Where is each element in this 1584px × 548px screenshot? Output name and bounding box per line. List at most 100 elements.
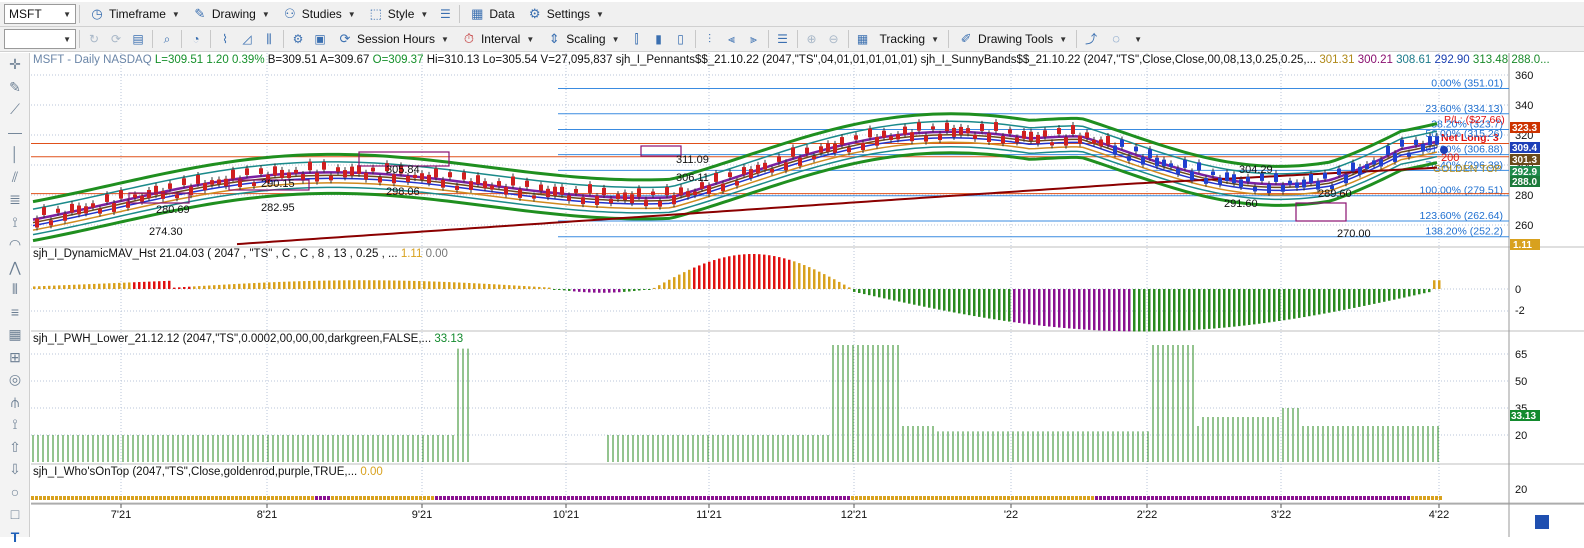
hist-bar: [148, 282, 151, 289]
strategy-icon[interactable]: ▣: [311, 30, 329, 48]
refresh-all-icon[interactable]: ⟳: [107, 30, 125, 48]
study-value-1: 301.31: [1319, 54, 1354, 66]
gann-icon[interactable]: ⊞: [0, 346, 30, 369]
candle-body: [616, 194, 620, 199]
circle-icon[interactable]: ○: [0, 481, 30, 504]
hist-bar: [323, 281, 326, 289]
drawing-tools-label: Drawing Tools: [978, 32, 1053, 46]
candle-body: [455, 186, 459, 190]
bars-icon[interactable]: ⫴: [0, 278, 30, 301]
circle-target-icon[interactable]: ◎: [0, 368, 30, 391]
hist-bar: [863, 289, 866, 294]
drawing-menu[interactable]: ✎Drawing▼: [188, 3, 274, 25]
crosshair-icon[interactable]: ✛: [0, 53, 30, 76]
candle-style-icon[interactable]: ▮: [650, 30, 668, 48]
pitchfork-icon[interactable]: ⫛: [0, 391, 30, 414]
candle-body: [910, 132, 914, 141]
chevron-down-icon[interactable]: ▼: [63, 35, 71, 44]
candle-body: [546, 189, 550, 197]
refresh-icon[interactable]: ↻: [85, 30, 103, 48]
hist-bar: [78, 285, 81, 289]
hist-bar: [338, 280, 341, 289]
speed-lines-icon[interactable]: ⋀: [0, 256, 30, 279]
settings-menu[interactable]: ⚙Settings▼: [523, 3, 608, 25]
hist-bar: [348, 280, 351, 289]
wot-dot: [823, 496, 826, 500]
ohlc-2-icon[interactable]: ⫷: [723, 30, 741, 48]
wot-dot: [195, 496, 198, 500]
wot-dot: [711, 496, 714, 500]
data-menu[interactable]: ▦Data: [465, 3, 518, 25]
scroll-end-button: [1535, 515, 1549, 529]
candle-body: [217, 180, 221, 185]
layout-icon[interactable]: ☰: [774, 30, 792, 48]
zoom-in-icon[interactable]: ⊕: [803, 30, 821, 48]
speedometer-icon[interactable]: ◔: [187, 30, 205, 48]
chart-options-menu[interactable]: ◌▼: [1104, 28, 1146, 50]
candle-body: [1295, 182, 1299, 187]
studies-menu[interactable]: ⚇Studies▼: [278, 3, 360, 25]
hist-bar: [1143, 289, 1146, 331]
arc-icon[interactable]: ◠: [0, 233, 30, 256]
fib-level-label: 23.60% (334.13): [1425, 103, 1503, 115]
network-icon[interactable]: ⚙: [289, 30, 307, 48]
candle-body: [770, 169, 774, 173]
fib-extension-icon[interactable]: ≡: [0, 301, 30, 324]
area-chart-icon[interactable]: ◿: [238, 30, 256, 48]
candle-body: [525, 181, 529, 187]
tracking-menu[interactable]: Tracking▼: [876, 28, 944, 50]
wot-dot: [1415, 496, 1418, 500]
trend-icon[interactable]: ⤴: [1082, 30, 1100, 48]
pane2-header: sjh_I_DynamicMAV_Hst 21.04.03 ( 2047 , "…: [33, 248, 448, 260]
zoom-out-icon[interactable]: ⊖: [825, 30, 843, 48]
arrow-up-icon[interactable]: ⇧: [0, 436, 30, 459]
vertical-line-icon[interactable]: │: [0, 143, 30, 166]
trendline-icon[interactable]: ⟋: [0, 98, 30, 121]
candle-body: [1190, 171, 1194, 180]
drawing-tools-menu[interactable]: ✐Drawing Tools▼: [954, 28, 1071, 50]
pencil-icon[interactable]: ✎: [0, 76, 30, 99]
ohlc-3-icon[interactable]: ⫸: [745, 30, 763, 48]
price-chart[interactable]: 0.00% (351.01)23.60% (334.13)38.20% (323…: [31, 53, 1584, 537]
calendar-icon[interactable]: ▤: [129, 30, 147, 48]
hist-bar: [363, 280, 366, 289]
wot-dot: [683, 496, 686, 500]
bar-style-icon[interactable]: ⫿: [628, 30, 646, 48]
channel-icon[interactable]: ⫽: [0, 166, 30, 189]
arrow-down-icon[interactable]: ⇩: [0, 458, 30, 481]
rays-icon[interactable]: ⟟: [0, 211, 30, 234]
scaling-menu[interactable]: ⇕Scaling▼: [542, 28, 623, 50]
bar-chart-icon[interactable]: ⫼: [260, 30, 278, 48]
date-tick-label: 12'21: [841, 509, 868, 521]
session-hours-menu[interactable]: ⟳Session Hours▼: [333, 28, 453, 50]
hist-tick-label: 0: [1515, 284, 1521, 296]
candle-body: [231, 170, 235, 179]
chart-combo[interactable]: ▼: [4, 29, 76, 49]
interval-menu[interactable]: ⏱Interval▼: [457, 28, 538, 50]
candle-body: [931, 126, 935, 129]
candle-style-2-icon[interactable]: ▯: [672, 30, 690, 48]
pencil-icon: ✎: [192, 6, 208, 22]
ohlc-icon[interactable]: ⫶: [701, 30, 719, 48]
zoom-icon[interactable]: ⌕: [158, 30, 176, 48]
cycle-icon[interactable]: ⟟: [0, 413, 30, 436]
symbol-combo[interactable]: MSFT ▼: [4, 4, 76, 24]
line-chart-icon[interactable]: ⌇: [216, 30, 234, 48]
hist-bar: [1008, 289, 1011, 322]
hist-bar: [933, 289, 936, 309]
grid-icon[interactable]: ▦: [0, 323, 30, 346]
rectangle-icon[interactable]: □: [0, 503, 30, 526]
horizontal-line-icon[interactable]: ―: [0, 121, 30, 144]
candle-body: [1344, 175, 1348, 183]
hist-bar: [1108, 289, 1111, 331]
wot-dot: [95, 496, 98, 500]
wot-dot: [719, 496, 722, 500]
layout-icon[interactable]: ☰: [436, 5, 454, 23]
chevron-down-icon: ▼: [612, 35, 620, 44]
style-menu[interactable]: ⬚Style▼: [364, 3, 433, 25]
dynamic-mav-histogram: [33, 254, 1441, 331]
fibonacci-icon[interactable]: ≣: [0, 188, 30, 211]
chevron-down-icon[interactable]: ▼: [63, 10, 71, 19]
timeframe-menu[interactable]: ◷Timeframe▼: [85, 3, 184, 25]
grid-select-icon[interactable]: ▦: [854, 30, 872, 48]
